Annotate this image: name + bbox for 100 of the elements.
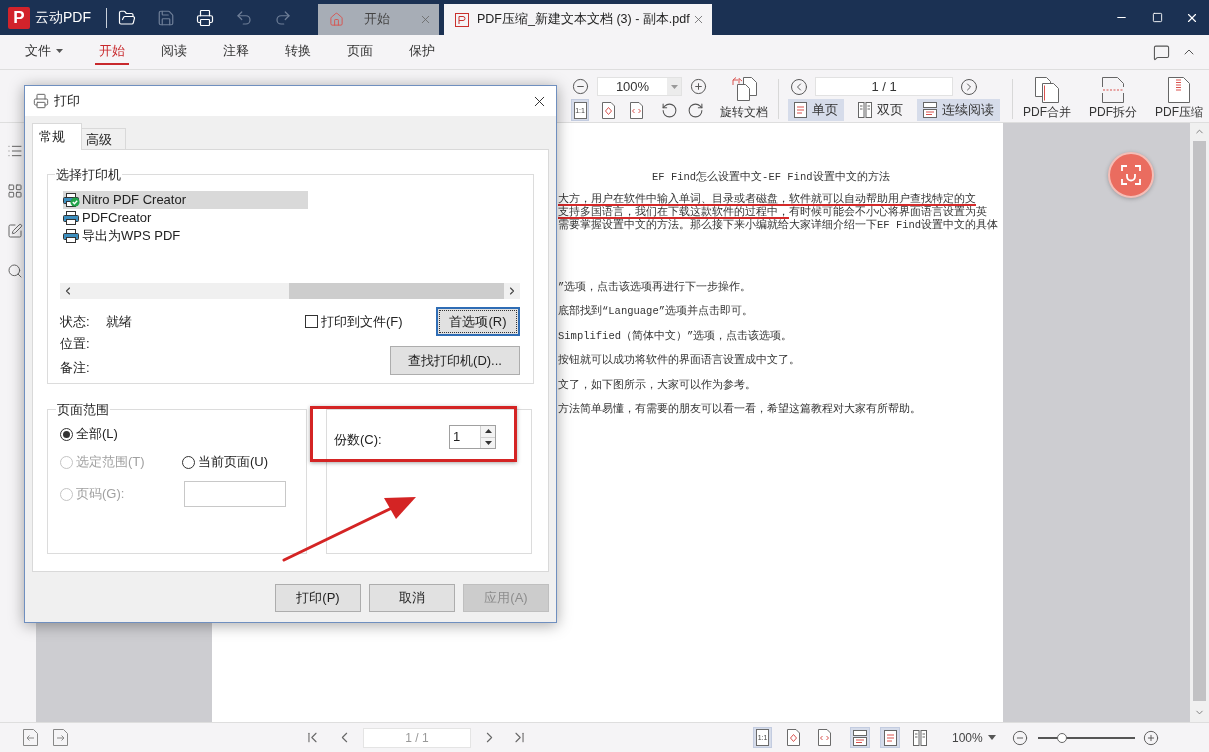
tab-label: PDF压缩_新建文本文档 (3) - 副本.pdf [477, 11, 690, 29]
zoom-out-icon[interactable] [1011, 729, 1028, 746]
thumbnails-icon[interactable] [7, 183, 23, 199]
view-mode-button[interactable]: 单页 [788, 99, 845, 121]
ribbon-tab[interactable]: 文件 [21, 39, 67, 65]
list-icon[interactable] [7, 143, 23, 159]
document-text-line: 大方，用户在软件中输入单词、目录或者磁盘，软件就可以自动帮助用户查找特定的文 [558, 193, 976, 206]
radio-button[interactable] [60, 427, 73, 441]
document-text-line: 文了，如下图所示，大家可以作为参考。 [558, 377, 756, 392]
tool-button[interactable]: PDF拆分 [1083, 77, 1143, 119]
app-name: 云动PDF [35, 8, 91, 27]
group-legend: 选择打印机 [55, 167, 122, 182]
home-icon [329, 12, 344, 27]
caret-icon [670, 84, 678, 89]
fit-page-button[interactable] [599, 99, 617, 121]
fit-page-icon [787, 729, 800, 746]
document-tab[interactable]: PDF压缩_新建文本文档 (3) - 副本.pdf [444, 4, 712, 35]
view-mode-button[interactable]: 双页 [852, 99, 910, 121]
page-forward-icon[interactable] [53, 729, 68, 746]
document-text-line: 需要掌握设置中文的方法。那么接下来小编就给大家详细介绍一下EF Find设置中文的具体 [558, 219, 999, 232]
fit-page-button[interactable] [784, 727, 803, 748]
previous-page-icon[interactable] [790, 77, 809, 96]
page-back-icon[interactable] [23, 729, 38, 746]
zoom-dropdown[interactable]: 100% [952, 728, 996, 747]
layout-mode-button[interactable] [880, 727, 900, 748]
checkbox-label: 打印到文件(F) [321, 312, 403, 331]
ribbon-tab[interactable]: 页面 [343, 39, 377, 65]
edit-icon[interactable] [7, 223, 23, 239]
ribbon-tab[interactable]: 注释 [219, 39, 253, 65]
checkbox[interactable] [305, 315, 318, 328]
preferences-button[interactable]: 首选项(R) [436, 307, 520, 336]
radio-button[interactable] [182, 455, 195, 469]
stacked-pages-icon [853, 729, 867, 746]
fit-width-icon [629, 101, 643, 119]
document-text-line: Simplified（简体中文）”选项，点击该选项。 [558, 328, 793, 343]
ribbon-tab[interactable]: 转换 [281, 39, 315, 65]
document-text-line: ”选项，点击该选项再进行下一步操作。 [558, 280, 752, 294]
radio-label: 全部(L) [76, 425, 118, 444]
view-mode-button[interactable]: 连续阅读 [917, 99, 1001, 121]
copies-spinner[interactable]: 1 [449, 425, 496, 449]
zipped-page-icon [1168, 77, 1190, 103]
document-text-line: 方法简单易懂，有需要的朋友可以看一看，希望这篇教程对大家有所帮助。 [558, 401, 921, 416]
slider-thumb[interactable] [1056, 732, 1067, 743]
folder-icon[interactable] [118, 8, 136, 27]
two-pages-icon [913, 729, 927, 746]
caret-up-icon [484, 429, 492, 434]
floating-action-button[interactable] [1108, 152, 1154, 198]
scrollbar-thumb[interactable] [289, 283, 504, 299]
fit-width-icon [818, 729, 831, 746]
rotate-left-icon[interactable] [661, 101, 678, 119]
pdf-file-icon [455, 12, 469, 27]
ribbon-tab[interactable]: 保护 [405, 39, 439, 65]
dialog-button[interactable]: 取消 [369, 584, 455, 612]
split-page-icon [1102, 77, 1124, 103]
search-icon[interactable] [7, 263, 23, 279]
dialog-tab[interactable]: 常规 [32, 123, 82, 150]
location-label: 位置: [60, 334, 90, 353]
document-title: EF Find怎么设置中文-EF Find设置中文的方法 [652, 170, 890, 184]
comment-icon[interactable] [1153, 43, 1170, 61]
zoom-in-icon[interactable] [1142, 729, 1159, 746]
rotate-right-icon[interactable] [687, 101, 704, 119]
fit-width-button[interactable] [815, 727, 834, 748]
layout-mode-button[interactable] [850, 727, 870, 748]
maximize-icon[interactable] [1151, 12, 1163, 23]
caret-icon [987, 735, 996, 740]
document-text-line: 底部找到“Language”选项并点击即可。 [558, 304, 753, 319]
zoom-in-icon[interactable] [690, 78, 707, 95]
printer-item[interactable]: 导出为WPS PDF [63, 227, 308, 245]
tool-button[interactable]: PDF合并 [1017, 77, 1077, 119]
merge-pages-icon [1035, 77, 1059, 103]
ribbon-tab[interactable]: 开始 [95, 39, 129, 65]
radio-label: 当前页面(U) [198, 453, 269, 472]
print-icon[interactable] [196, 8, 214, 27]
rotate-document-button[interactable]: 旋转文档 [718, 77, 770, 119]
tab-label: 开始 [364, 11, 390, 29]
next-page-icon[interactable] [960, 77, 979, 96]
printer-item[interactable]: Nitro PDF Creator [63, 191, 308, 209]
group-legend: 页面范围 [56, 402, 110, 417]
document-text-line: 按钮就可以成功将软件的界面语言设置成中文了。 [558, 353, 800, 368]
dialog-tab[interactable]: 高级 [81, 128, 126, 150]
printer-item[interactable]: PDFCreator [63, 209, 308, 227]
stacked-pages-icon [923, 102, 938, 118]
page-number-field[interactable]: 1 / 1 [815, 77, 954, 96]
app-logo: P [8, 6, 30, 29]
tool-button[interactable]: PDF压缩 [1149, 77, 1209, 119]
radio-label: 选定范围(T) [76, 453, 145, 472]
page-range-field[interactable] [184, 481, 286, 507]
dialog-button[interactable]: 打印(P) [275, 584, 361, 612]
spin-up-button[interactable] [481, 426, 495, 438]
zoom-out-icon[interactable] [572, 78, 589, 95]
layout-mode-button[interactable] [910, 727, 930, 748]
scrollbar-thumb[interactable] [1193, 141, 1206, 701]
caret-down-icon [484, 440, 492, 445]
find-printer-button[interactable]: 查找打印机(D)... [390, 346, 520, 375]
zoom-combo[interactable]: 100% [597, 77, 682, 96]
ribbon-tab[interactable]: 阅读 [157, 39, 191, 65]
spin-down-button[interactable] [481, 437, 495, 448]
fit-width-button[interactable] [627, 99, 645, 121]
document-tab[interactable]: 开始 [318, 4, 439, 35]
printer-icon [33, 93, 49, 109]
